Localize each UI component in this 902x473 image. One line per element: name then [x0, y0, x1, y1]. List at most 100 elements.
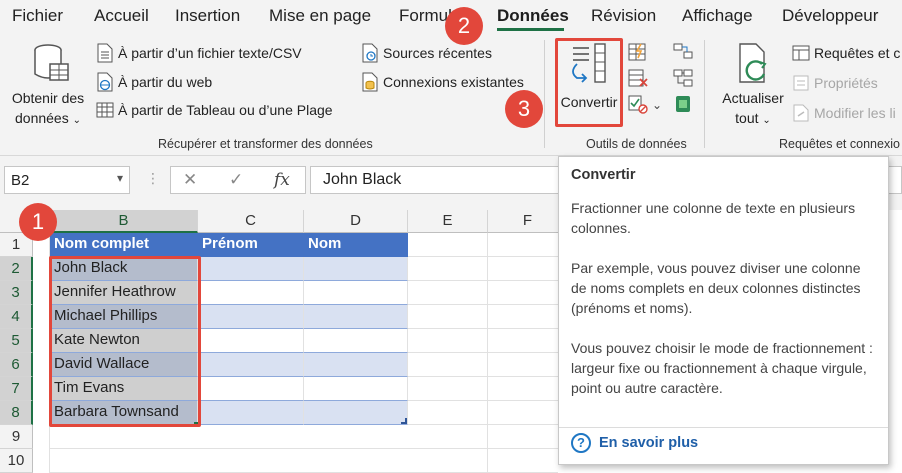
row-header[interactable]: 9 — [0, 425, 33, 449]
tooltip-paragraph: Fractionner une colonne de texte en plus… — [571, 200, 856, 236]
table-header-cell[interactable]: Prénom — [198, 233, 304, 257]
data-validation-icon[interactable] — [627, 94, 649, 114]
table-icon — [96, 102, 114, 118]
table-cell[interactable] — [304, 257, 408, 281]
empty-cells[interactable] — [408, 233, 558, 473]
table-cell[interactable] — [198, 401, 304, 425]
from-text-csv-button[interactable]: À partir d’un fichier texte/CSV — [96, 43, 302, 63]
queries-connections-button[interactable]: Requêtes et c — [792, 44, 900, 62]
tooltip-title: Convertir — [571, 167, 636, 183]
group-label-data-tools: Outils de données — [586, 137, 687, 151]
column-header-c[interactable]: C — [198, 210, 304, 233]
get-data-label-1: Obtenir des — [11, 90, 85, 106]
from-web-button[interactable]: À partir du web — [96, 72, 212, 92]
table-cell[interactable] — [304, 377, 408, 401]
insert-function-icon[interactable]: fx — [274, 170, 290, 190]
table-resize-handle[interactable] — [401, 418, 407, 424]
recent-sources-label: Sources récentes — [383, 45, 492, 61]
tab-donnees[interactable]: Données — [497, 6, 569, 26]
flash-fill-icon[interactable] — [627, 42, 649, 62]
row-header[interactable]: 6 — [0, 353, 33, 377]
get-data-button[interactable]: Obtenir des données ⌄ — [6, 38, 90, 128]
table-header-cell[interactable]: Nom — [304, 233, 408, 257]
row-header[interactable]: 5 — [0, 329, 33, 353]
web-file-icon — [97, 72, 113, 92]
table-cell[interactable] — [198, 281, 304, 305]
tab-fichier[interactable]: Fichier — [12, 6, 63, 26]
consolidate-icon[interactable] — [672, 42, 694, 62]
cancel-icon[interactable]: ✕ — [183, 170, 197, 190]
get-data-label-2: données — [15, 110, 69, 126]
row-header[interactable]: 8 — [0, 401, 33, 425]
table-cell[interactable] — [198, 305, 304, 329]
table-cell[interactable] — [198, 353, 304, 377]
convert-tooltip: Convertir Fractionner une colonne de tex… — [558, 156, 889, 465]
table-cell[interactable] — [304, 305, 408, 329]
properties-icon — [793, 75, 809, 91]
relationships-icon[interactable] — [672, 68, 694, 88]
tab-affichage[interactable]: Affichage — [682, 6, 753, 26]
name-box-value: B2 — [11, 172, 30, 189]
tab-mise-en-page[interactable]: Mise en page — [269, 6, 371, 26]
chevron-down-icon[interactable]: ▾ — [117, 171, 123, 185]
table-cell[interactable] — [198, 377, 304, 401]
table-header-cell[interactable]: Nom complet — [50, 233, 198, 257]
drag-handle-icon[interactable]: ⋮ — [146, 170, 160, 187]
selection-highlight-box — [49, 256, 201, 427]
learn-more-link[interactable]: ? En savoir plus — [571, 433, 698, 453]
refresh-icon — [739, 43, 767, 83]
column-header-f[interactable]: F — [488, 210, 568, 233]
ribbon-separator — [544, 40, 545, 148]
row-header[interactable]: 10 — [0, 449, 33, 473]
column-header-e[interactable]: E — [408, 210, 488, 233]
existing-connections-button[interactable]: Connexions existantes — [361, 72, 524, 92]
tooltip-divider — [559, 427, 888, 428]
table-cell[interactable] — [304, 401, 408, 425]
column-header-d[interactable]: D — [304, 210, 408, 233]
refresh-label-2: tout — [735, 110, 759, 126]
step-badge-1: 1 — [19, 203, 57, 241]
grid-gutter — [33, 233, 50, 473]
from-table-button[interactable]: À partir de Tableau ou d’une Plage — [96, 101, 333, 119]
tab-developpeur[interactable]: Développeur — [782, 6, 878, 26]
chevron-down-icon: ⌄ — [762, 115, 771, 126]
recent-sources-icon — [362, 43, 378, 63]
edit-links-label: Modifier les li — [814, 105, 896, 121]
table-cell[interactable] — [304, 353, 408, 377]
table-cell[interactable] — [304, 281, 408, 305]
properties-label: Propriétés — [814, 75, 878, 91]
from-text-csv-label: À partir d’un fichier texte/CSV — [118, 45, 302, 61]
row-header[interactable]: 7 — [0, 377, 33, 401]
chevron-down-icon[interactable]: ⌄ — [652, 98, 662, 112]
tab-accueil[interactable]: Accueil — [94, 6, 149, 26]
from-table-label: À partir de Tableau ou d’une Plage — [118, 102, 333, 118]
from-web-label: À partir du web — [118, 74, 213, 90]
gridline — [487, 233, 488, 473]
tab-insertion[interactable]: Insertion — [175, 6, 240, 26]
recent-sources-button[interactable]: Sources récentes — [361, 43, 492, 63]
row-header[interactable]: 3 — [0, 281, 33, 305]
formula-controls: ✕ ✓ fx — [170, 166, 306, 194]
learn-more-label: En savoir plus — [599, 435, 699, 451]
table-cell[interactable] — [198, 329, 304, 353]
row-header[interactable]: 4 — [0, 305, 33, 329]
column-header-b[interactable]: B — [50, 210, 198, 233]
existing-connections-label: Connexions existantes — [383, 74, 524, 90]
name-box[interactable]: B2 ▾ — [4, 166, 130, 194]
empty-cells[interactable] — [50, 425, 408, 473]
refresh-label-1: Actualiser — [722, 90, 784, 106]
convert-highlight-box — [555, 38, 623, 127]
refresh-all-button[interactable]: Actualiser tout ⌄ — [714, 38, 792, 128]
remove-duplicates-icon[interactable] — [627, 68, 649, 88]
tab-revision[interactable]: Révision — [591, 6, 656, 26]
properties-button[interactable]: Propriétés — [792, 74, 878, 92]
edit-links-button[interactable]: Modifier les li — [792, 104, 896, 122]
edit-links-icon — [793, 104, 809, 122]
queries-connections-label: Requêtes et c — [814, 45, 901, 61]
check-icon[interactable]: ✓ — [229, 170, 243, 190]
data-model-icon[interactable] — [672, 94, 694, 114]
ribbon: Obtenir des données ⌄ À partir d’un fich… — [0, 34, 902, 156]
table-cell[interactable] — [304, 329, 408, 353]
table-cell[interactable] — [198, 257, 304, 281]
row-header[interactable]: 2 — [0, 257, 33, 281]
